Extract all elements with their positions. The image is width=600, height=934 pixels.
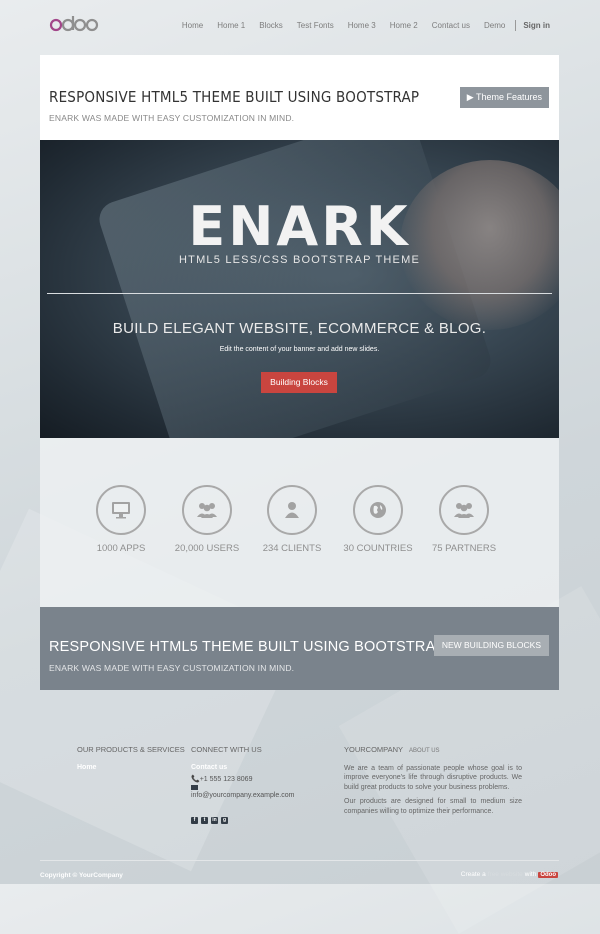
footer-home-link[interactable]: Home xyxy=(77,764,185,771)
stat-label: 234 CLIENTS xyxy=(262,543,322,554)
top-navbar: Home Home 1 Blocks Test Fonts Home 3 Hom… xyxy=(0,0,600,50)
stat-countries: 30 COUNTRIES xyxy=(333,485,423,554)
nav-link-home-2[interactable]: Home 2 xyxy=(390,21,418,30)
nav-link-contact-us[interactable]: Contact us xyxy=(432,21,470,30)
nav-links: Home Home 1 Blocks Test Fonts Home 3 Hom… xyxy=(168,20,550,31)
footer-about-link[interactable]: ABOUT US xyxy=(409,748,440,754)
footer-email-text[interactable]: info@yourcompany.example.com xyxy=(191,792,294,799)
new-building-blocks-button[interactable]: NEW BUILDING BLOCKS xyxy=(433,635,549,656)
nav-link-demo[interactable]: Demo xyxy=(484,21,505,30)
odoo-logo-icon xyxy=(49,16,99,32)
sign-in-link[interactable]: Sign in xyxy=(523,21,550,30)
create-text: Create a xyxy=(460,871,486,878)
hero-divider xyxy=(47,293,552,294)
stats-section: 1000 APPS 20,000 USERS 234 CLIENTS 30 CO… xyxy=(40,438,559,607)
monitor-icon xyxy=(112,502,130,519)
nav-link-test-fonts[interactable]: Test Fonts xyxy=(297,21,334,30)
footer-about-paragraph-1: We are a team of passionate people whose… xyxy=(344,765,522,791)
footer-connect-heading: CONNECT WITH US xyxy=(191,745,262,754)
stat-label: 30 COUNTRIES xyxy=(343,543,413,554)
stat-clients: 234 CLIENTS xyxy=(247,485,337,554)
stat-circle xyxy=(182,485,232,535)
with-text: with xyxy=(524,871,537,878)
hero-tagline: BUILD ELEGANT WEBSITE, ECOMMERCE & BLOG. xyxy=(112,320,487,337)
chevron-right-icon: ▶ xyxy=(466,92,474,102)
intro-subtitle: ENARK WAS MADE WITH EASY CUSTOMIZATION I… xyxy=(49,113,295,123)
callout-subtitle: ENARK WAS MADE WITH EASY CUSTOMIZATION I… xyxy=(49,663,295,673)
footer-connect-column: CONNECT WITH US Contact us 📞+1 555 123 8… xyxy=(191,745,294,824)
hero-subtitle: HTML5 LESS/CSS BOOTSTRAP THEME xyxy=(179,254,420,266)
footer-company-heading: YOURCOMPANY ABOUT US xyxy=(344,745,522,754)
callout-title: RESPONSIVE HTML5 THEME BUILT USING BOOTS… xyxy=(49,639,446,655)
user-icon xyxy=(285,502,299,518)
footer-company-column: YOURCOMPANY ABOUT US We are a team of pa… xyxy=(344,745,522,816)
stat-circle xyxy=(353,485,403,535)
footer-company-name: YOURCOMPANY xyxy=(344,745,403,754)
social-links: f t in g xyxy=(191,817,294,824)
stat-partners: 75 PARTNERS xyxy=(419,485,509,554)
nav-link-home-3[interactable]: Home 3 xyxy=(348,21,376,30)
phone-icon: 📞 xyxy=(191,776,200,783)
odoo-logo[interactable] xyxy=(49,14,99,34)
users-icon xyxy=(454,503,474,518)
nav-link-blocks[interactable]: Blocks xyxy=(259,21,283,30)
envelope-icon xyxy=(191,785,198,790)
nav-link-home[interactable]: Home xyxy=(182,21,203,30)
footer-about-paragraph-2: Our products are designed for small to m… xyxy=(344,798,522,815)
globe-icon xyxy=(370,502,386,518)
stat-users: 20,000 USERS xyxy=(162,485,252,554)
building-blocks-button[interactable]: Building Blocks xyxy=(261,372,337,393)
hero-description: Edit the content of your banner and add … xyxy=(219,346,380,353)
odoo-badge-link[interactable]: Odoo xyxy=(538,871,558,878)
footer-phone: 📞+1 555 123 8069 xyxy=(191,775,294,783)
stat-label: 1000 APPS xyxy=(96,543,146,554)
copyright-text: Copyright © YourCompany xyxy=(40,872,123,879)
footer-phone-text: +1 555 123 8069 xyxy=(199,776,253,783)
footer-email[interactable]: info@yourcompany.example.com xyxy=(191,785,294,799)
stat-circle xyxy=(439,485,489,535)
footer-divider xyxy=(40,860,559,861)
theme-features-button[interactable]: ▶ Theme Features xyxy=(459,87,549,108)
hero-title: ENARK xyxy=(188,195,411,258)
footer-products-heading: OUR PRODUCTS & SERVICES xyxy=(77,745,185,754)
intro-card: RESPONSIVE HTML5 THEME BUILT USING BOOTS… xyxy=(40,55,559,140)
hero-banner: ENARK HTML5 LESS/CSS BOOTSTRAP THEME BUI… xyxy=(40,140,559,438)
linkedin-icon[interactable]: in xyxy=(211,817,218,824)
create-website-credit: Create a free website with Odoo xyxy=(461,871,558,878)
nav-divider xyxy=(515,20,517,31)
free-website-link[interactable]: free website xyxy=(488,871,523,878)
callout-band: RESPONSIVE HTML5 THEME BUILT USING BOOTS… xyxy=(40,607,559,690)
stat-label: 20,000 USERS xyxy=(174,543,240,554)
stat-circle xyxy=(267,485,317,535)
stat-circle xyxy=(96,485,146,535)
twitter-icon[interactable]: t xyxy=(201,817,208,824)
google-plus-icon[interactable]: g xyxy=(221,817,228,824)
intro-title: RESPONSIVE HTML5 THEME BUILT USING BOOTS… xyxy=(49,88,420,106)
theme-features-label: Theme Features xyxy=(475,92,542,102)
nav-link-home-1[interactable]: Home 1 xyxy=(217,21,245,30)
footer-products-column: OUR PRODUCTS & SERVICES Home xyxy=(77,745,185,771)
stat-label: 75 PARTNERS xyxy=(431,543,497,554)
stat-apps: 1000 APPS xyxy=(76,485,166,554)
footer-contact-link[interactable]: Contact us xyxy=(191,764,294,771)
users-icon xyxy=(197,503,217,518)
facebook-icon[interactable]: f xyxy=(191,817,198,824)
